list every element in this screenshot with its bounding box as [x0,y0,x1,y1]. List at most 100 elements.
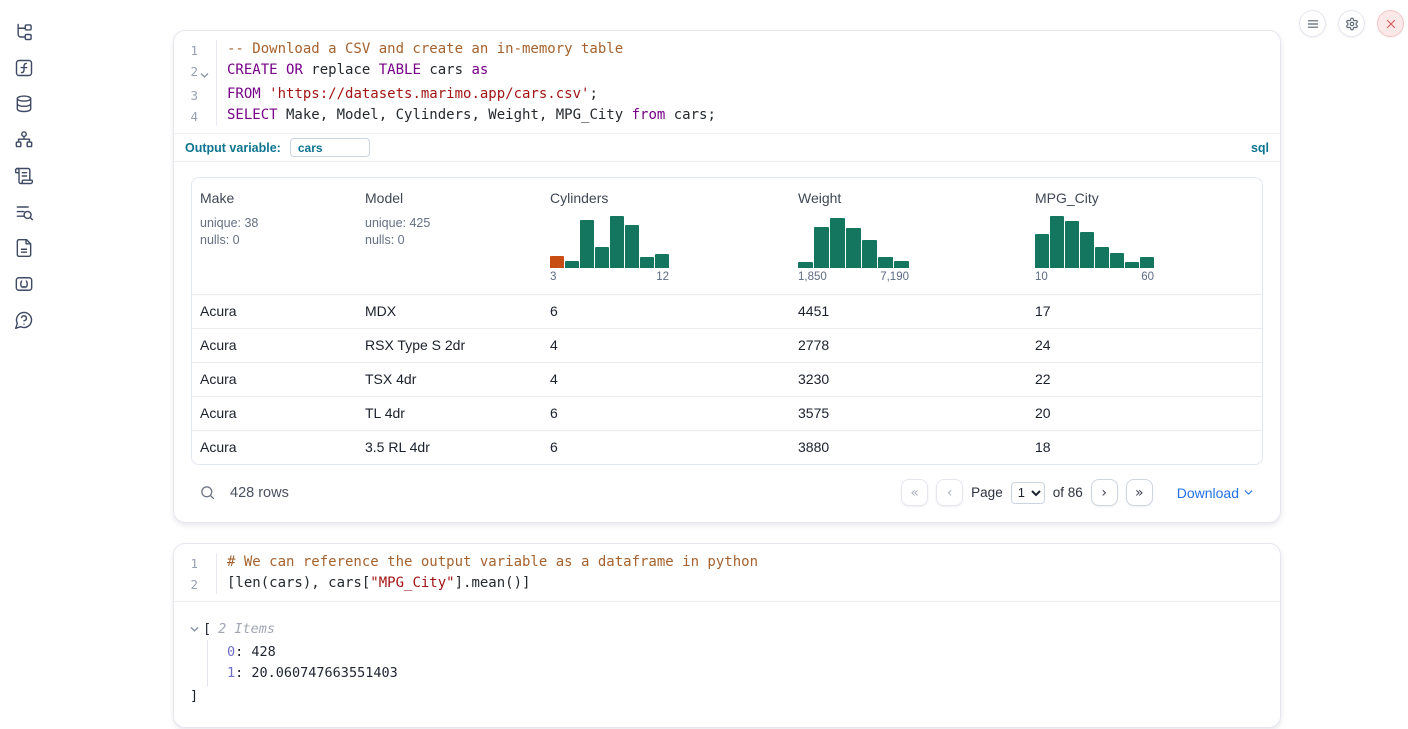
histogram: 10 60 [1035,212,1154,284]
table-cell: 2778 [790,329,1027,362]
code-token: [len(cars), cars[ [227,575,370,591]
table-header: Makeunique: 38nulls: 0Modelunique: 425nu… [192,178,1262,294]
code-line: 2 [len(cars), cars["MPG_City"].mean()] [174,574,1280,595]
table-cell: Acura [192,431,357,464]
tree-entry: 0: 428 [227,642,1264,663]
help-icon[interactable] [14,310,34,330]
code-text: [len(cars), cars["MPG_City"].mean()] [216,574,1280,595]
tick-label: 60 [1141,271,1154,284]
column-name[interactable]: Cylinders [550,190,782,206]
hist-bar [595,247,609,268]
tree-root-row: [ 2 Items [190,619,1264,640]
page-select[interactable]: 1 [1011,482,1045,504]
documentation-icon[interactable] [14,238,34,258]
fold-gutter [198,553,210,574]
table-cell: 4 [542,329,790,362]
column-name[interactable]: Weight [798,190,1019,206]
table-cell: 3230 [790,363,1027,396]
tick-label: 7,190 [880,271,909,284]
column-stats: unique: 38nulls: 0 [200,215,349,249]
column-name[interactable]: MPG_City [1035,190,1254,206]
pagination: « ‹ Page 1 of 86 › » Download [901,479,1255,506]
histogram: 1,8507,190 [798,212,909,284]
table-row: AcuraRSX Type S 2dr4277824 [192,328,1262,362]
close-button[interactable] [1377,10,1404,37]
code-text: -- Download a CSV and create an in-memor… [216,40,1280,61]
code-line: 2CREATE OR replace TABLE cars as [174,61,1280,86]
hist-bar [550,256,564,268]
code-token: OR [286,62,303,78]
menu-button[interactable] [1299,10,1326,37]
column-header: Weight 1,8507,190 [790,178,1027,294]
close-bracket: ] [190,686,1264,707]
dependency-graph-icon[interactable] [14,130,34,150]
page-label: Page [971,485,1003,500]
download-button[interactable]: Download [1177,485,1255,501]
table-cell: 3575 [790,397,1027,430]
python-editor[interactable]: 1# We can reference the output variable … [174,544,1280,601]
fold-gutter [198,40,210,61]
table-body: AcuraMDX6445117AcuraRSX Type S 2dr427782… [192,294,1262,464]
code-token [261,86,269,102]
hist-bar [565,261,579,268]
table-cell: 24 [1027,329,1262,362]
table-cell: 4 [542,363,790,396]
output-variable-input[interactable] [290,138,370,157]
table-cell: Acura [192,329,357,362]
code-token: FROM [227,86,261,102]
table-cell: Acura [192,363,357,396]
line-number: 2 [174,574,198,595]
code-token: ; [589,86,597,102]
table-row: Acura3.5 RL 4dr6388018 [192,430,1262,464]
last-page-button[interactable]: » [1126,479,1153,506]
datasources-icon[interactable] [14,94,34,114]
hist-bar [1095,247,1109,268]
sql-cell-output: Makeunique: 38nulls: 0Modelunique: 425nu… [174,162,1280,522]
column-name[interactable]: Make [200,190,349,206]
histogram: 312 [550,212,669,284]
next-page-button[interactable]: › [1091,479,1118,506]
functions-icon[interactable] [14,58,34,78]
hist-bar [1140,257,1154,268]
hist-bar [830,218,845,268]
column-header: Make unique: 38nulls: 0 [192,178,357,294]
code-line: 3FROM 'https://datasets.marimo.app/cars.… [174,85,1280,106]
hist-bar [1080,232,1094,268]
histogram-bars [550,212,669,268]
table-cell: 6 [542,397,790,430]
hist-bar [798,262,813,268]
tree-entry-colon: : [235,644,251,660]
hamburger-icon [1306,17,1320,31]
snippets-icon[interactable] [14,274,34,294]
total-pages-label: of 86 [1053,485,1083,500]
tick-label: 10 [1035,271,1048,284]
column-name[interactable]: Model [365,190,534,206]
code-token: CREATE [227,62,278,78]
collapse-toggle-icon[interactable] [190,625,203,634]
first-page-button[interactable]: « [901,479,928,506]
search-icon[interactable] [199,484,216,501]
line-number: 4 [174,106,198,127]
file-tree-icon[interactable] [14,22,34,42]
tree-entry: 1: 20.060747663551403 [227,663,1264,684]
hist-bar [640,257,654,268]
stat-line: nulls: 0 [200,232,349,249]
code-token: Make, Model, Cylinders, Weight, MPG_City [278,107,632,123]
hist-bar [1065,221,1079,268]
code-token: # We can reference the output variable a… [227,554,758,570]
scratchpad-icon[interactable] [14,166,34,186]
code-token: "MPG_City" [370,575,454,591]
fold-toggle-icon[interactable] [198,61,210,86]
logs-icon[interactable] [14,202,34,222]
tree-entry-value: 20.060747663551403 [251,665,397,681]
code-token: TABLE [379,62,421,78]
data-table: Makeunique: 38nulls: 0Modelunique: 425nu… [191,177,1263,465]
sql-editor[interactable]: 1-- Download a CSV and create an in-memo… [174,31,1280,133]
settings-button[interactable] [1338,10,1365,37]
table-cell: MDX [357,295,542,328]
column-header: Cylinders 312 [542,178,790,294]
code-line: 4SELECT Make, Model, Cylinders, Weight, … [174,106,1280,127]
code-line: 1# We can reference the output variable … [174,553,1280,574]
prev-page-button[interactable]: ‹ [936,479,963,506]
gear-icon [1345,17,1359,31]
